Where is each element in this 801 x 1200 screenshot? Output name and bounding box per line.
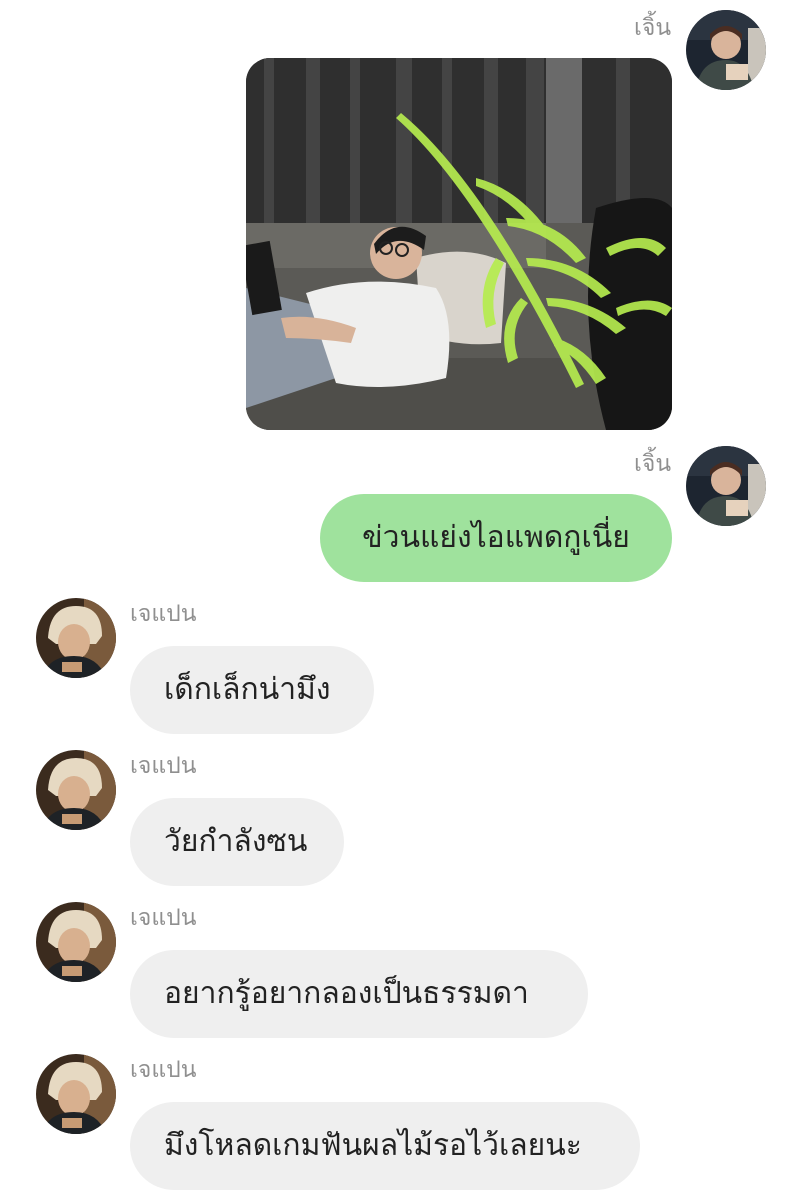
- message-bubble-incoming[interactable]: วัยกำลังซน: [130, 798, 344, 886]
- avatar-photo-icon: [686, 446, 766, 526]
- sender-name: เจแปน: [130, 1057, 197, 1083]
- sender-name: เจแปน: [130, 753, 197, 779]
- avatar[interactable]: [36, 750, 116, 830]
- message-bubble-incoming[interactable]: มึงโหลดเกมฟันผลไม้รอไว้เลยนะ: [130, 1102, 640, 1190]
- avatar-photo-icon: [36, 750, 116, 830]
- sender-name: เจแปน: [130, 905, 197, 931]
- avatar[interactable]: [36, 902, 116, 982]
- avatar[interactable]: [36, 598, 116, 678]
- avatar[interactable]: [686, 446, 766, 526]
- avatar-photo-icon: [36, 1054, 116, 1134]
- message-bubble-incoming[interactable]: เด็กเล็กน่ามึง: [130, 646, 374, 734]
- avatar[interactable]: [686, 10, 766, 90]
- sender-name: เจิ้น: [634, 15, 672, 41]
- message-bubble-incoming[interactable]: อยากรู้อยากลองเป็นธรรมดา: [130, 950, 588, 1038]
- message-bubble-outgoing[interactable]: ข่วนแย่งไอแพดกูเนี่ย: [320, 494, 672, 582]
- sender-name: เจิ้น: [634, 451, 672, 477]
- avatar-photo-icon: [686, 10, 766, 90]
- avatar-photo-icon: [36, 902, 116, 982]
- sender-name: เจแปน: [130, 601, 197, 627]
- chat-screen: เจิ้น เจิ้น ข่วนแย่งไอแพดกูเนี่ย เจแปน เ…: [0, 0, 801, 1200]
- shared-photo-image: [246, 58, 672, 430]
- avatar-photo-icon: [36, 598, 116, 678]
- shared-photo[interactable]: [246, 58, 672, 430]
- avatar[interactable]: [36, 1054, 116, 1134]
